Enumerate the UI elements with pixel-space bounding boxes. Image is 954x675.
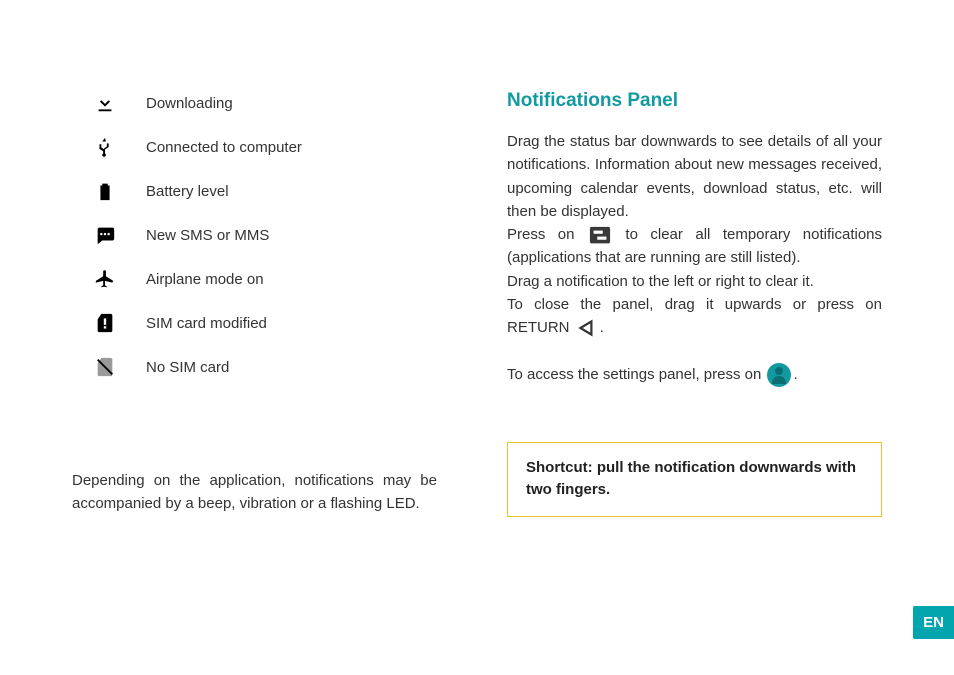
icon-label: Airplane mode on: [146, 271, 264, 288]
section-heading: Notifications Panel: [507, 90, 882, 112]
sim-modified-icon: [92, 310, 118, 336]
text-fragment: .: [793, 366, 797, 383]
icon-label: New SMS or MMS: [146, 227, 269, 244]
clear-notifications-icon: [589, 225, 611, 245]
text-fragment: To access the settings panel, press on: [507, 366, 765, 383]
icon-label: Battery level: [146, 183, 229, 200]
list-item: SIM card modified: [92, 310, 447, 336]
no-sim-icon: [92, 354, 118, 380]
list-item: Downloading: [92, 90, 447, 116]
left-column: Downloading Connected to computer Batter…: [72, 90, 447, 517]
return-icon: [576, 318, 598, 338]
list-item: Connected to computer: [92, 134, 447, 160]
paragraph: Press on to clear all temporary notifica…: [507, 223, 882, 270]
icon-label: SIM card modified: [146, 315, 267, 332]
icon-label: No SIM card: [146, 359, 229, 376]
language-badge: EN: [913, 606, 954, 639]
list-item: Battery level: [92, 178, 447, 204]
user-settings-icon: [767, 363, 791, 387]
paragraph: Drag the status bar downwards to see det…: [507, 130, 882, 223]
battery-icon: [92, 178, 118, 204]
shortcut-callout: Shortcut: pull the notification downward…: [507, 442, 882, 517]
download-icon: [92, 90, 118, 116]
paragraph: Drag a notification to the left or right…: [507, 270, 882, 293]
content-columns: Downloading Connected to computer Batter…: [72, 90, 882, 517]
body-text-block: Drag the status bar downwards to see det…: [507, 130, 882, 387]
paragraph: To close the panel, drag it upwards or p…: [507, 293, 882, 340]
right-column: Notifications Panel Drag the status bar …: [507, 90, 882, 517]
text-fragment: Press on: [507, 226, 587, 243]
list-item: Airplane mode on: [92, 266, 447, 292]
list-item: No SIM card: [92, 354, 447, 380]
status-icon-list: Downloading Connected to computer Batter…: [72, 90, 447, 380]
usb-icon: [92, 134, 118, 160]
list-item: New SMS or MMS: [92, 222, 447, 248]
icon-label: Connected to computer: [146, 139, 302, 156]
text-fragment: .: [600, 319, 604, 336]
text-fragment: To close the panel, drag it upwards or p…: [507, 296, 882, 336]
paragraph: To access the settings panel, press on .: [507, 363, 882, 387]
icon-label: Downloading: [146, 95, 233, 112]
airplane-icon: [92, 266, 118, 292]
left-note-text: Depending on the application, notificati…: [72, 470, 447, 515]
sms-icon: [92, 222, 118, 248]
